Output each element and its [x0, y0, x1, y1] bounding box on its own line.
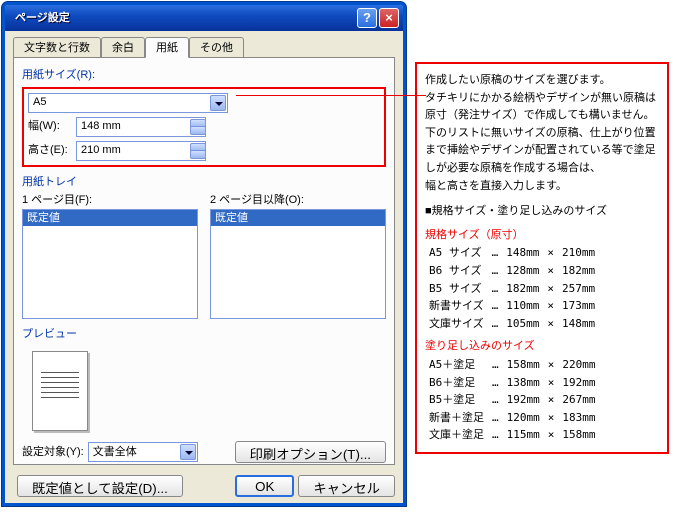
help-button[interactable]: ? [357, 8, 377, 28]
height-label: 高さ(E): [28, 143, 76, 157]
paper-size-combo[interactable]: A5 [28, 93, 228, 113]
width-value: 148 mm [81, 119, 121, 133]
chevron-down-icon [210, 95, 226, 111]
help-intro2: タチキリにかかる絵柄やデザインが無い原稿は原寸（発注サイズ）で作成しても構いませ… [425, 90, 659, 125]
titlebar: ページ設定 ? × [5, 5, 403, 31]
help-intro4: 幅と高さを直接入力します。 [425, 178, 659, 196]
save-default-button[interactable]: 既定値として設定(D)... [17, 475, 183, 497]
tray-group-label: 用紙トレイ [22, 175, 386, 189]
height-value: 210 mm [81, 143, 121, 157]
apply-to-label: 設定対象(Y): [22, 445, 84, 459]
help-bleed-header: 塗り足し込みのサイズ [425, 338, 659, 356]
apply-to-value: 文書全体 [93, 445, 137, 459]
help-std-header: 規格サイズ（原寸） [425, 227, 659, 245]
spinner-icon [190, 119, 204, 135]
help-section-header: ■規格サイズ・塗り足し込みのサイズ [425, 203, 659, 221]
help-panel: 作成したい原稿のサイズを選びます。 タチキリにかかる絵柄やデザインが無い原稿は原… [415, 62, 669, 454]
width-spinner[interactable]: 148 mm [76, 117, 206, 137]
tab-paper[interactable]: 用紙 [145, 37, 189, 58]
tray-page1-selected[interactable]: 既定値 [23, 210, 197, 226]
paper-size-label: 用紙サイズ(R): [22, 68, 386, 82]
tab-pane: 用紙サイズ(R): A5 幅(W): 148 mm 高さ(E): 210 mm [13, 57, 395, 465]
tab-strip: 文字数と行数 余白 用紙 その他 [13, 37, 397, 57]
dialog-title: ページ設定 [9, 11, 355, 25]
dialog-footer: 既定値として設定(D)... OK キャンセル [5, 471, 403, 503]
tray-page1-list[interactable]: 既定値 [22, 209, 198, 319]
tray-columns: 1 ページ目(F): 既定値 2 ページ目以降(O): 既定値 [22, 193, 386, 319]
callout-line [236, 95, 426, 96]
preview-page [32, 351, 88, 431]
height-spinner[interactable]: 210 mm [76, 141, 206, 161]
help-intro3: 下のリストに無いサイズの原稿、仕上がり位置まで挿絵やデザインが配置されている等で… [425, 125, 659, 178]
print-options-button[interactable]: 印刷オプション(T)... [235, 441, 386, 463]
spinner-icon [190, 143, 204, 159]
tab-chars-lines[interactable]: 文字数と行数 [13, 37, 101, 57]
chevron-down-icon [180, 444, 196, 460]
ok-button[interactable]: OK [235, 475, 294, 497]
paper-size-value: A5 [33, 95, 46, 109]
tray-page2-list[interactable]: 既定値 [210, 209, 386, 319]
tab-margins[interactable]: 余白 [101, 37, 145, 57]
tray-page2-selected[interactable]: 既定値 [211, 210, 385, 226]
cancel-button[interactable]: キャンセル [298, 475, 395, 497]
close-button[interactable]: × [379, 8, 399, 28]
page-setup-dialog: ページ設定 ? × 文字数と行数 余白 用紙 その他 用紙サイズ(R): A5 … [2, 2, 406, 506]
apply-to-combo[interactable]: 文書全体 [88, 442, 198, 462]
help-bleed-table: A5＋塗足…158mm×220mm B6＋塗足…138mm×192mm B5＋塗… [425, 356, 600, 444]
tray-page2-label: 2 ページ目以降(O): [210, 193, 386, 207]
help-std-table: A5 サイズ…148mm×210mm B6 サイズ…128mm×182mm B5… [425, 244, 599, 332]
apply-row: 設定対象(Y): 文書全体 印刷オプション(T)... [22, 441, 386, 463]
width-label: 幅(W): [28, 119, 76, 133]
tray-page1-label: 1 ページ目(F): [22, 193, 198, 207]
help-intro1: 作成したい原稿のサイズを選びます。 [425, 72, 659, 90]
paper-size-group-highlight: A5 幅(W): 148 mm 高さ(E): 210 mm [22, 87, 386, 167]
tab-other[interactable]: その他 [189, 37, 244, 57]
preview-label: プレビュー [22, 327, 386, 341]
preview-area [22, 347, 386, 431]
